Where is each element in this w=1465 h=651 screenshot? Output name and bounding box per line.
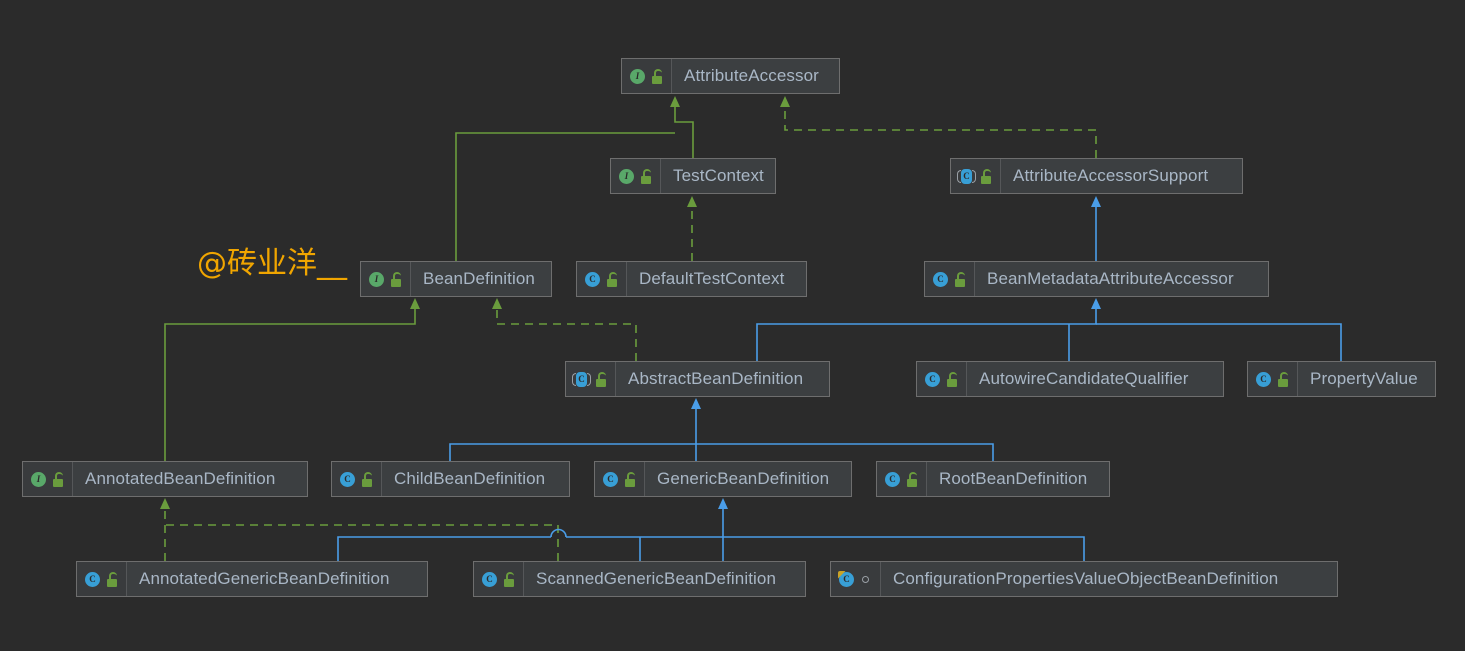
edge-rootbeandefinition-extends-abstractbeandefinition — [696, 443, 994, 461]
edge-attributeaccessorsupport-implements-attributeaccessor — [780, 96, 1097, 158]
public-lock-icon — [605, 271, 619, 287]
class-node-abstractBeanDefinition[interactable]: C AbstractBeanDefinition — [565, 361, 830, 397]
class-node-label: RootBeanDefinition — [939, 469, 1088, 488]
class-node-attributeAccessor[interactable]: I AttributeAccessor — [621, 58, 840, 94]
node-icon-gutter: C — [595, 462, 645, 496]
edge-layer — [160, 96, 1342, 561]
class-node-label: TestContext — [673, 166, 764, 185]
class-node-annotatedGenericBeanDefinition[interactable]: C AnnotatedGenericBeanDefinition — [76, 561, 428, 597]
node-icon-gutter: C — [474, 562, 524, 596]
node-icon-gutter: I — [611, 159, 661, 193]
edge-propertyvalue-extends-beanmetadataattributeaccessor — [1096, 323, 1342, 361]
class-icon: C — [84, 571, 101, 588]
public-lock-icon — [389, 271, 403, 287]
node-icon-gutter: I — [23, 462, 73, 496]
final-class-icon: C — [838, 570, 855, 588]
node-icon-gutter: I — [622, 59, 672, 93]
class-node-label: AnnotatedGenericBeanDefinition — [139, 569, 390, 588]
edge-scannedgenericbeandefinition-implements-annotatedbeandefinition — [165, 524, 559, 561]
class-node-autowireCandidateQualifier[interactable]: C AutowireCandidateQualifier — [916, 361, 1224, 397]
public-lock-icon — [623, 471, 637, 487]
interface-icon: I — [618, 168, 635, 185]
class-node-label: PropertyValue — [1310, 369, 1418, 388]
class-node-configurationPropertiesValueObjectBeanDefinition[interactable]: C ConfigurationPropertiesValueObjectBeanD… — [830, 561, 1338, 597]
class-icon: C — [1255, 371, 1272, 388]
node-icon-gutter: C — [917, 362, 967, 396]
class-icon: C — [932, 271, 949, 288]
edge-beandefinition-extends-attributeaccessor — [455, 132, 675, 261]
class-node-label: AttributeAccessor — [684, 66, 819, 85]
node-icon-gutter: C — [925, 262, 975, 296]
class-node-label: BeanMetadataAttributeAccessor — [987, 269, 1234, 288]
public-lock-icon — [905, 471, 919, 487]
class-node-annotatedBeanDefinition[interactable]: I AnnotatedBeanDefinition — [22, 461, 308, 497]
class-node-label: AbstractBeanDefinition — [628, 369, 804, 388]
interface-icon: I — [30, 471, 47, 488]
class-node-beanDefinition[interactable]: I BeanDefinition — [360, 261, 552, 297]
class-node-attributeAccessorSupport[interactable]: C AttributeAccessorSupport — [950, 158, 1243, 194]
class-node-label: AnnotatedBeanDefinition — [85, 469, 276, 488]
public-lock-icon — [105, 571, 119, 587]
class-icon: C — [481, 571, 498, 588]
class-node-label: BeanDefinition — [423, 269, 535, 288]
uml-class-diagram: @砖业洋__ I AttributeAccessor I TestContext C At… — [0, 0, 1465, 651]
node-icon-gutter: C — [566, 362, 616, 396]
node-icon-gutter: C — [831, 562, 881, 596]
node-icon-gutter: C — [332, 462, 382, 496]
class-node-label: ChildBeanDefinition — [394, 469, 546, 488]
edge-childbeandefinition-extends-abstractbeandefinition — [449, 443, 696, 461]
edge-configurationpropertiesvalueobjectbeandefinition-extends-genericbeandefinition — [723, 536, 1085, 561]
public-lock-icon — [953, 271, 967, 287]
edge-testcontext-extends-attributeaccessor — [670, 96, 694, 158]
public-lock-icon — [979, 168, 993, 184]
class-icon: C — [584, 271, 601, 288]
class-node-rootBeanDefinition[interactable]: C RootBeanDefinition — [876, 461, 1110, 497]
node-icon-gutter: C — [77, 562, 127, 596]
class-node-label: GenericBeanDefinition — [657, 469, 830, 488]
class-node-label: ScannedGenericBeanDefinition — [536, 569, 777, 588]
edge-annotatedgenericbeandefinition-extends-genericbeandefinition — [337, 528, 723, 561]
public-lock-icon — [1276, 371, 1290, 387]
edge-annotatedbeandefinition-extends-beandefinition — [164, 298, 420, 461]
node-icon-gutter: C — [951, 159, 1001, 193]
class-node-propertyValue[interactable]: C PropertyValue — [1247, 361, 1436, 397]
class-icon: C — [602, 471, 619, 488]
class-node-scannedGenericBeanDefinition[interactable]: C ScannedGenericBeanDefinition — [473, 561, 806, 597]
watermark: @砖业洋__ — [197, 246, 347, 281]
class-icon: C — [339, 471, 356, 488]
public-lock-icon — [502, 571, 516, 587]
class-node-label: AttributeAccessorSupport — [1013, 166, 1209, 185]
class-node-label: AutowireCandidateQualifier — [979, 369, 1189, 388]
edge-abstractbeandefinition-implements-beandefinition — [492, 298, 637, 361]
interface-icon: I — [368, 271, 385, 288]
class-icon: C — [924, 371, 941, 388]
node-icon-gutter: C — [877, 462, 927, 496]
edge-abstractbeandefinition-extends-beanmetadataattributeaccessor — [756, 298, 1101, 361]
class-icon: C — [884, 471, 901, 488]
node-icon-gutter: C — [577, 262, 627, 296]
class-node-beanMetadataAttributeAccessor[interactable]: C BeanMetadataAttributeAccessor — [924, 261, 1269, 297]
public-lock-icon — [360, 471, 374, 487]
package-private-icon — [859, 572, 873, 587]
interface-icon: I — [629, 68, 646, 85]
class-node-testContext[interactable]: I TestContext — [610, 158, 776, 194]
class-node-genericBeanDefinition[interactable]: C GenericBeanDefinition — [594, 461, 852, 497]
public-lock-icon — [594, 371, 608, 387]
public-lock-icon — [650, 68, 664, 84]
public-lock-icon — [639, 168, 653, 184]
class-node-childBeanDefinition[interactable]: C ChildBeanDefinition — [331, 461, 570, 497]
public-lock-icon — [945, 371, 959, 387]
node-icon-gutter: I — [361, 262, 411, 296]
class-node-label: ConfigurationPropertiesValueObjectBeanDe… — [893, 569, 1279, 588]
node-icon-gutter: C — [1248, 362, 1298, 396]
class-node-label: DefaultTestContext — [639, 269, 785, 288]
abstract-class-icon: C — [957, 168, 976, 185]
abstract-class-icon: C — [572, 371, 591, 388]
class-node-defaultTestContext[interactable]: C DefaultTestContext — [576, 261, 807, 297]
public-lock-icon — [51, 471, 65, 487]
